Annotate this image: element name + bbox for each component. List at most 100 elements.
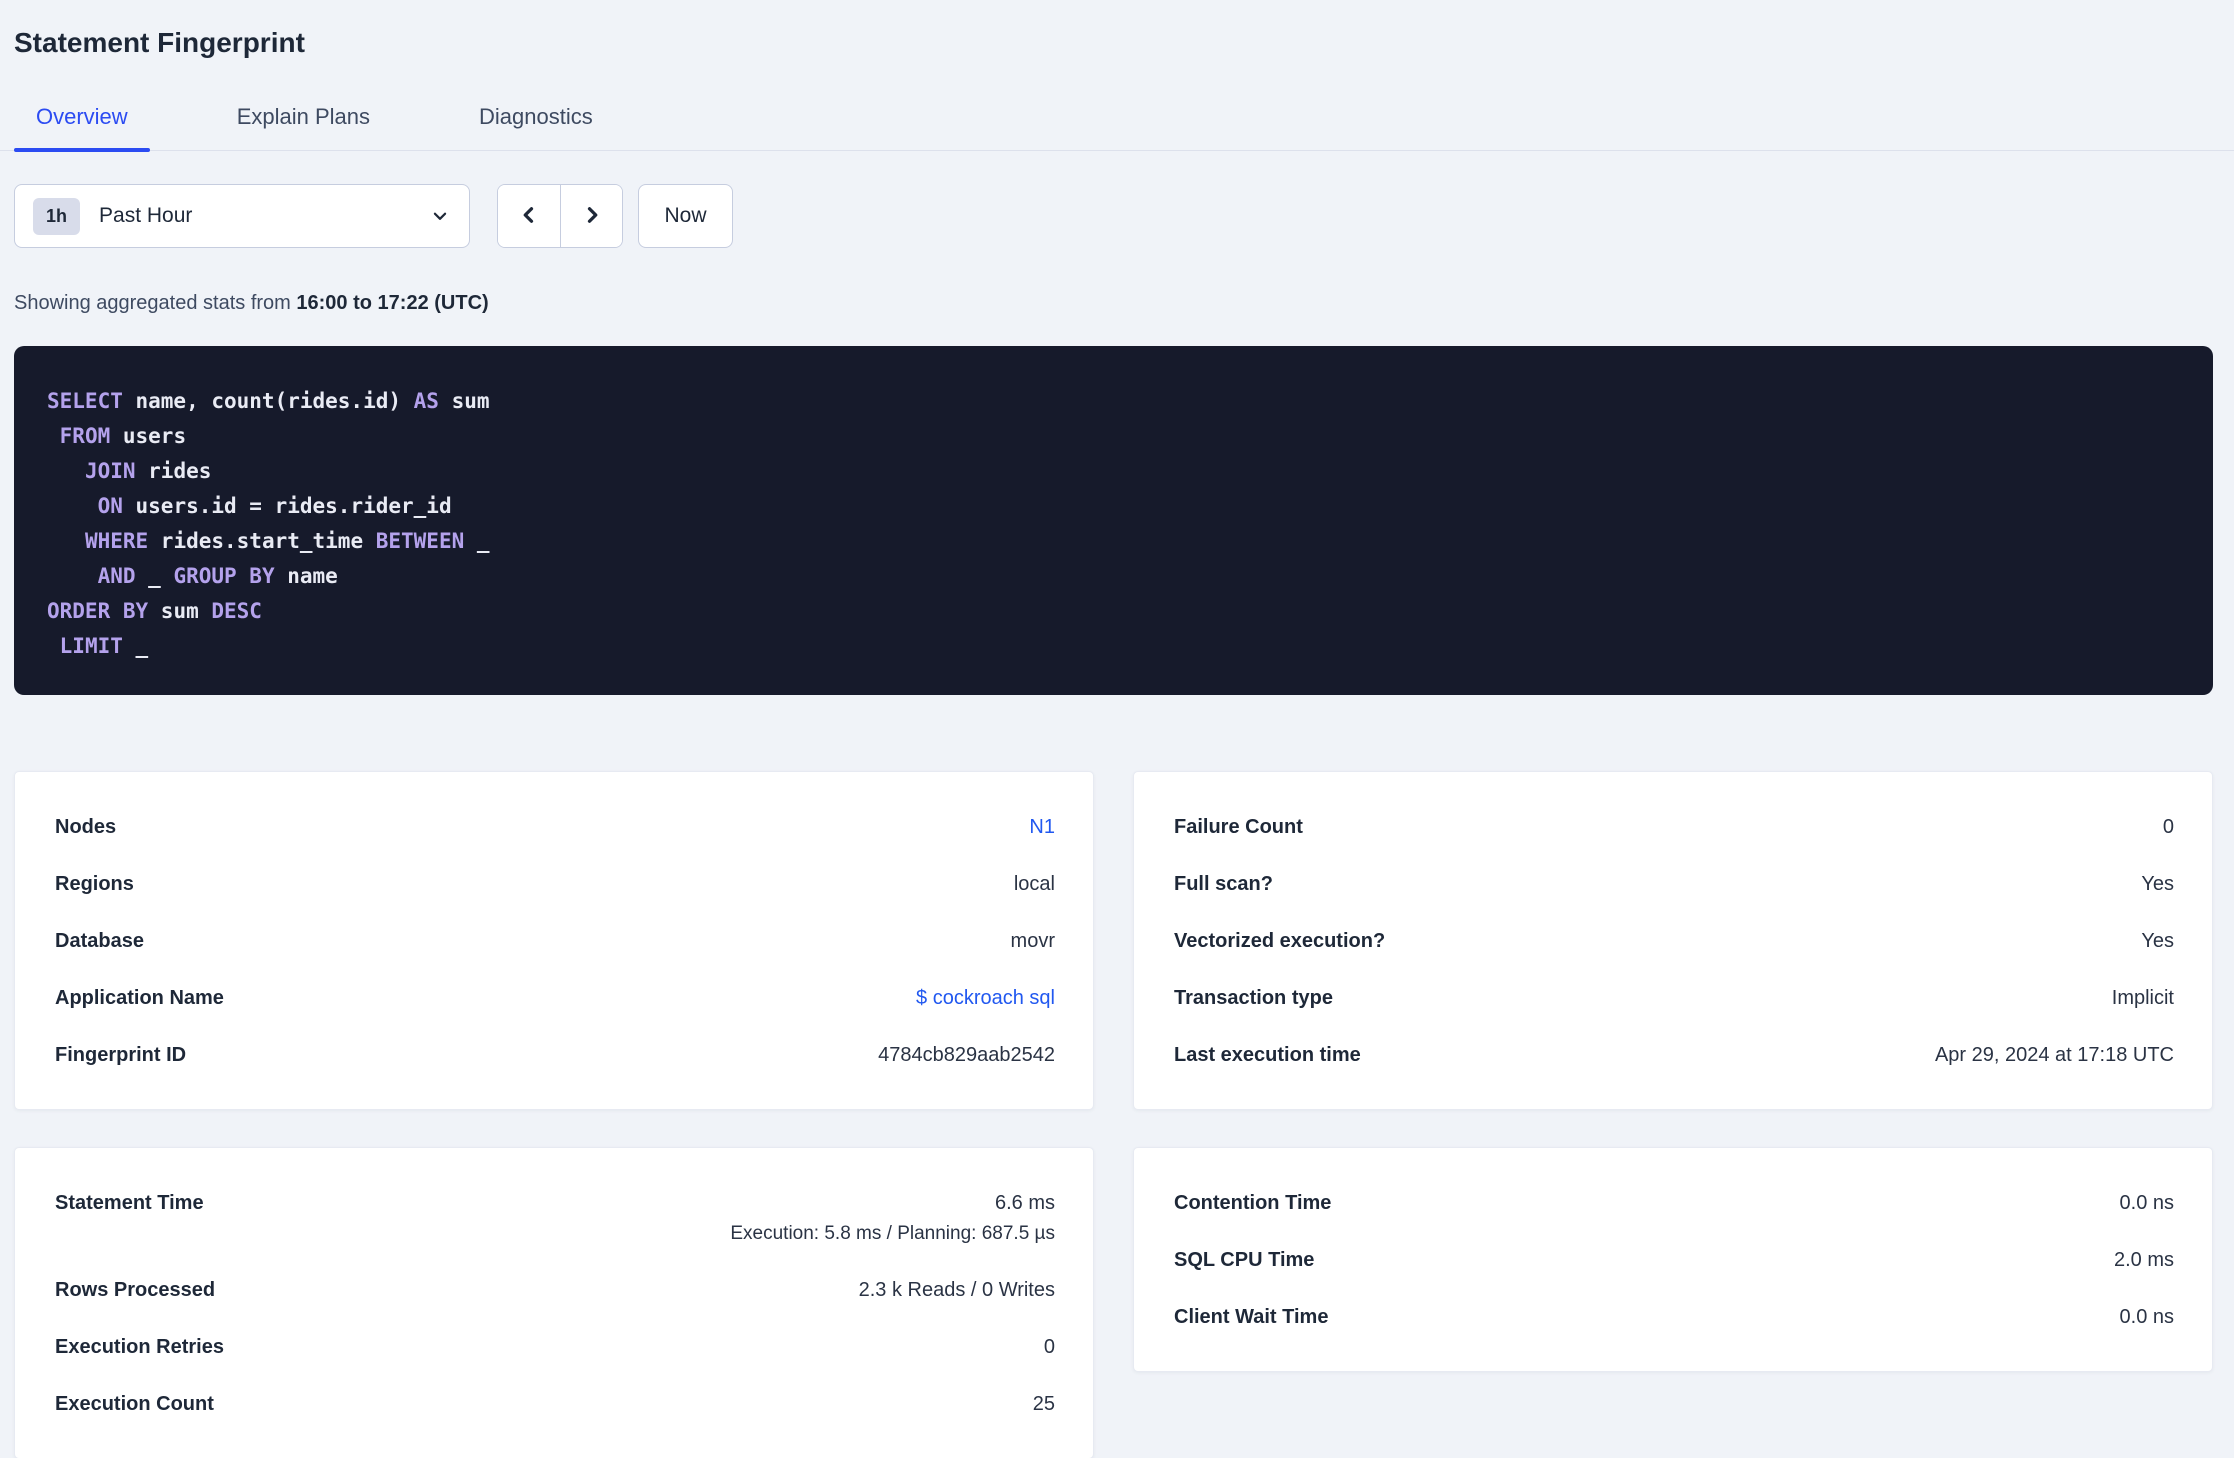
row-label: Execution Count [55,1393,214,1415]
row-value-stack: 6.6 ms Execution: 5.8 ms / Planning: 687… [730,1192,1055,1245]
time-range-dropdown[interactable]: 1h Past Hour [14,184,470,248]
card-row: Regions local [55,873,1055,896]
card-row: SQL CPU Time 2.0 ms [1174,1249,2174,1272]
row-value-stack: 25 [1033,1393,1055,1416]
row-value: 0.0 ns [2119,1192,2174,1214]
sql-line: LIMIT _ [59,634,149,658]
page-title: Statement Fingerprint [14,27,305,58]
row-value: 6.6 ms [994,1192,1055,1214]
row-value-stack: 0.0 ns [2120,1306,2174,1329]
statement-times-rows: Statement Time 6.6 ms Execution: 5.8 ms … [55,1192,1055,1416]
statement-fingerprint-page: Statement Fingerprint Overview Explain P… [0,26,2234,1458]
card-row: Application Name $ cockroach sql [55,987,1055,1010]
row-value: movr [1010,930,1055,952]
row-label: Fingerprint ID [55,1044,187,1066]
row-value-stack: Yes [2141,873,2174,896]
row-value: 2.0 ms [2113,1249,2174,1271]
row-value-stack: 0 [2163,816,2174,839]
row-value-stack: 4784cb829aab2542 [878,1044,1055,1067]
row-label: Rows Processed [55,1279,216,1301]
tab-overview[interactable]: Overview [14,104,150,152]
aggregated-stats-note-prefix: Showing aggregated stats from [14,292,297,314]
row-label: Transaction type [1174,987,1333,1009]
row-label: Database [55,930,144,952]
row-value: 25 [1032,1393,1055,1415]
time-range-badge: 1h [33,197,81,235]
statement-times-card: Statement Time 6.6 ms Execution: 5.8 ms … [14,1147,1094,1458]
row-label: Contention Time [1174,1192,1332,1214]
tab-bar: Overview Explain Plans Diagnostics [0,104,2234,152]
card-row: Contention Time 0.0 ns [1174,1192,2174,1215]
row-value-stack: local [1014,873,1055,896]
execution-attributes-card: Failure Count 0 Full scan? Yes Vectorize… [1133,771,2213,1110]
card-row: Vectorized execution? Yes [1174,930,2174,953]
other-execution-statistics-card: Contention Time 0.0 ns SQL CPU Time 2.0 … [1133,1147,2213,1372]
row-label: Application Name [55,987,224,1009]
other-execution-statistics-rows: Contention Time 0.0 ns SQL CPU Time 2.0 … [1174,1192,2174,1329]
row-label: Statement Time [55,1192,204,1214]
statement-details-card: Nodes N1 Regions local Database movr App… [14,771,1094,1110]
row-value-stack: N1 [1029,816,1055,839]
row-label: Vectorized execution? [1174,930,1386,952]
aggregated-stats-note: Showing aggregated stats from 16:00 to 1… [14,291,2213,315]
row-subvalue: Execution: 5.8 ms / Planning: 687.5 µs [730,1223,1055,1244]
summary-cards: Nodes N1 Regions local Database movr App… [14,771,2213,1458]
row-value-stack: movr [1011,930,1055,953]
aggregated-stats-range: 16:00 to 17:22 (UTC) [296,292,489,314]
row-value: Yes [2141,930,2174,952]
chevron-left-icon [519,205,539,228]
sql-line: ORDER BY sum DESC [47,599,262,623]
row-label: Full scan? [1174,873,1273,895]
card-row: Fingerprint ID 4784cb829aab2542 [55,1044,1055,1067]
row-value: Yes [2141,873,2174,895]
row-value-link[interactable]: $ cockroach sql [916,987,1055,1010]
time-range-label: Past Hour [99,204,193,227]
row-value: Apr 29, 2024 at 17:18 UTC [1934,1044,2174,1066]
row-value-stack: 0 [1044,1336,1055,1359]
sql-line: FROM users [59,424,187,448]
tab-diagnostics-label: Diagnostics [479,104,593,129]
sql-line: SELECT name, count(rides.id) AS sum [47,389,490,413]
card-row: Full scan? Yes [1174,873,2174,896]
sql-line: WHERE rides.start_time BETWEEN _ [84,529,490,553]
row-value: 4784cb829aab2542 [878,1044,1055,1066]
tab-diagnostics[interactable]: Diagnostics [457,104,615,150]
row-label: SQL CPU Time [1174,1249,1315,1271]
card-row: Statement Time 6.6 ms Execution: 5.8 ms … [55,1192,1055,1245]
row-value: 0 [1043,1336,1055,1358]
card-row: Database movr [55,930,1055,953]
row-label: Client Wait Time [1174,1306,1329,1328]
row-value-link[interactable]: N1 [1029,816,1055,839]
next-range-button[interactable] [560,185,622,247]
card-row: Failure Count 0 [1174,816,2174,839]
row-label: Failure Count [1174,816,1303,838]
row-value: 0.0 ns [2119,1306,2174,1328]
previous-range-button[interactable] [498,185,560,247]
chevron-down-icon [431,207,449,225]
tab-explain-plans[interactable]: Explain Plans [215,104,392,150]
row-label: Execution Retries [55,1336,224,1358]
card-row: Execution Retries 0 [55,1336,1055,1359]
sql-line: ON users.id = rides.rider_id [97,494,452,518]
sql-line: AND _ GROUP BY name [97,564,338,588]
row-value-stack: Implicit [2112,987,2174,1010]
row-label: Regions [55,873,134,895]
sql-statement: SELECT name, count(rides.id) AS sum FROM… [14,346,2213,695]
row-value: local [1013,873,1055,895]
row-label: Nodes [55,816,117,838]
card-row: Nodes N1 [55,816,1055,839]
card-row: Execution Count 25 [55,1393,1055,1416]
row-value: 2.3 k Reads / 0 Writes [858,1279,1055,1301]
card-row: Last execution time Apr 29, 2024 at 17:1… [1174,1044,2174,1067]
row-value-stack: 2.3 k Reads / 0 Writes [859,1279,1055,1302]
range-step-buttons [497,184,623,248]
sql-line: JOIN rides [84,459,212,483]
execution-attributes-rows: Failure Count 0 Full scan? Yes Vectorize… [1174,816,2174,1067]
card-row: Client Wait Time 0.0 ns [1174,1306,2174,1329]
now-button[interactable]: Now [638,184,733,248]
row-value-stack: Yes [2141,930,2174,953]
row-value: 0 [2162,816,2174,838]
tab-overview-label: Overview [36,104,128,129]
row-value: Implicit [2111,987,2174,1009]
tab-explain-plans-label: Explain Plans [236,104,370,129]
